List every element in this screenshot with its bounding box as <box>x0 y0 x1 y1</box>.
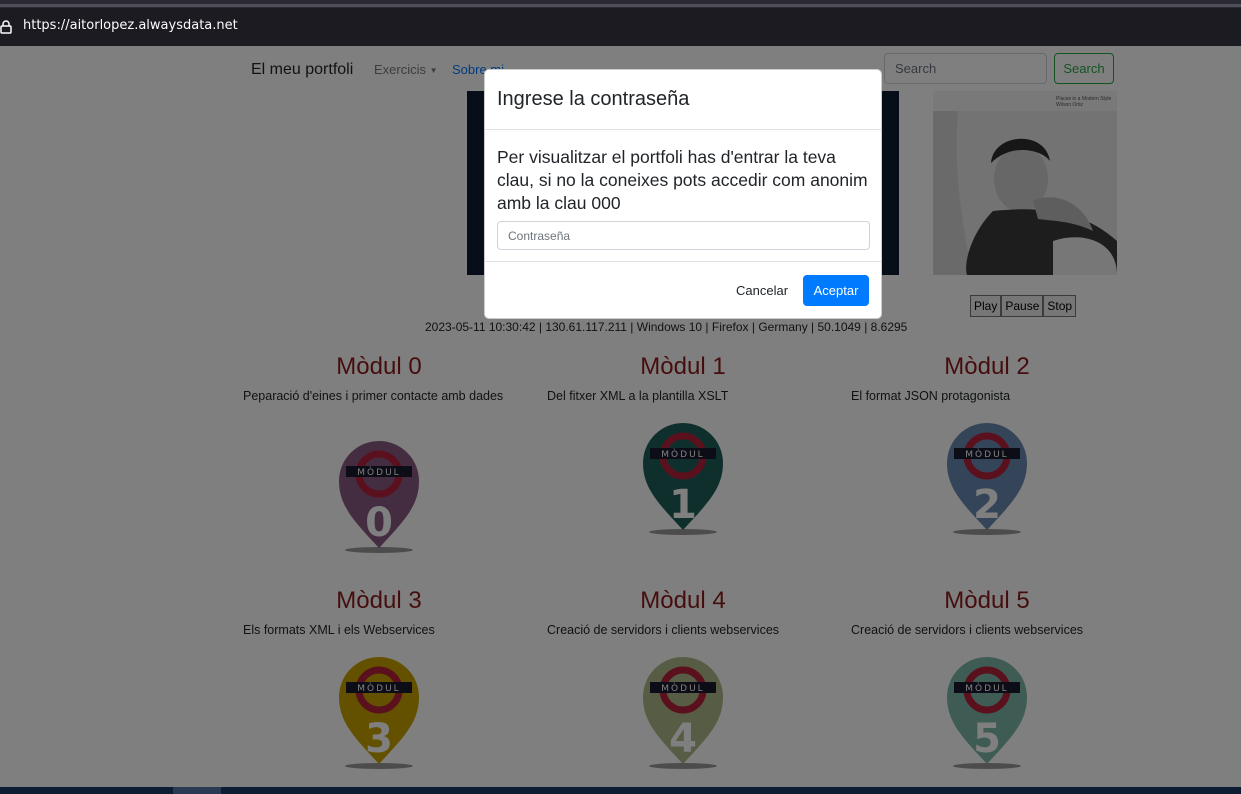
cancel-button[interactable]: Cancelar <box>725 275 799 306</box>
lock-icon <box>0 20 12 34</box>
password-input[interactable] <box>497 221 870 250</box>
tabstrip-divider <box>0 4 1241 7</box>
bottom-bar <box>0 787 1241 794</box>
modal-title: Ingrese la contraseña <box>497 88 690 110</box>
modal-message: Per visualitzar el portfoli has d'entrar… <box>497 147 868 213</box>
modal-header: Ingrese la contraseña <box>485 70 881 130</box>
url-text[interactable]: https://aitorlopez.alwaysdata.net <box>23 18 238 33</box>
password-modal: Ingrese la contraseña Per visualitzar el… <box>484 69 882 319</box>
url-bar[interactable]: https://aitorlopez.alwaysdata.net <box>0 8 1241 46</box>
browser-tabstrip <box>0 0 1241 8</box>
bottom-tab <box>173 787 221 794</box>
modal-body: Per visualitzar el portfoli has d'entrar… <box>485 130 881 262</box>
modal-footer: Cancelar Aceptar <box>485 262 881 319</box>
accept-button[interactable]: Aceptar <box>803 275 869 306</box>
